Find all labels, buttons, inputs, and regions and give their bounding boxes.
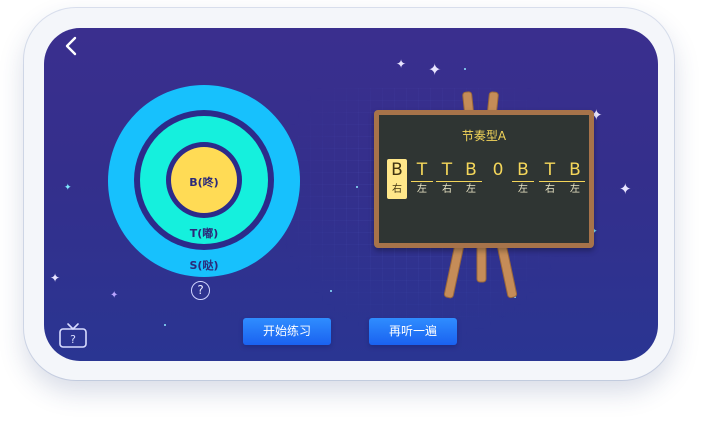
beat-note: B — [465, 160, 477, 180]
sparkle-icon: ✦ — [619, 180, 632, 198]
tv-help-icon[interactable]: ? — [58, 321, 88, 349]
target-label-s: S(哒) — [189, 259, 219, 272]
beat-cell: T 左 — [412, 159, 432, 199]
sparkle-dot — [464, 68, 466, 70]
beat-cell: B 左 — [565, 159, 585, 199]
svg-text:?: ? — [70, 333, 76, 346]
beat-underline — [539, 181, 585, 182]
beat-note: T — [544, 160, 556, 180]
beat-hand: 左 — [417, 184, 427, 195]
beat-cell: B 右 — [387, 159, 407, 199]
chalkboard: 节奏型A B 右 T 左 T 右 B 左 0 B 左 T 右 B 左 — [374, 110, 594, 248]
beat-underline — [512, 181, 534, 182]
help-circle-icon[interactable]: ? — [191, 281, 210, 300]
beat-hand: 左 — [570, 184, 580, 195]
beat-note: T — [416, 160, 428, 180]
beat-underline — [436, 181, 482, 182]
beat-underline — [411, 181, 433, 182]
game-screen: ✦ ✦ ✦ ✦ ✦ ✦ ✦ ✦ B(咚) T(嘟) S(哒) ? 节奏型A B … — [44, 28, 658, 361]
beat-cell: 0 — [488, 159, 508, 199]
beat-hand — [488, 181, 508, 199]
beat-cell: B 左 — [461, 159, 481, 199]
beat-note: 0 — [492, 160, 504, 180]
beat-note: B — [569, 160, 581, 180]
beat-note: B — [517, 160, 529, 180]
sparkle-icon: ✦ — [110, 290, 119, 301]
beat-row: B 右 T 左 T 右 B 左 0 B 左 T 右 B 左 — [387, 159, 587, 209]
target-label-t: T(嘟) — [189, 227, 219, 240]
sparkle-icon: ✦ — [428, 60, 442, 79]
back-chevron-icon[interactable] — [60, 34, 84, 58]
sparkle-icon: ✦ — [50, 271, 61, 285]
sparkle-dot — [330, 290, 332, 292]
beat-hand: 左 — [518, 184, 528, 195]
beat-hand: 右 — [545, 184, 555, 195]
sparkle-icon: ✦ — [64, 183, 72, 193]
rhythm-title: 节奏型A — [461, 129, 507, 143]
beat-hand: 右 — [442, 184, 452, 195]
sparkle-dot — [356, 186, 358, 188]
beat-hand: 右 — [392, 184, 402, 195]
sparkle-dot — [164, 324, 166, 326]
listen-again-button[interactable]: 再听一遍 — [369, 318, 457, 345]
beat-note: B — [391, 160, 403, 180]
beat-cell: B 左 — [513, 159, 533, 199]
start-practice-button[interactable]: 开始练习 — [243, 318, 331, 345]
beat-hand: 左 — [466, 184, 476, 195]
beat-cell: T 右 — [437, 159, 457, 199]
beat-cell: T 右 — [540, 159, 560, 199]
beat-note: T — [441, 160, 453, 180]
sparkle-icon: ✦ — [396, 57, 407, 71]
target-label-b: B(咚) — [189, 176, 219, 189]
